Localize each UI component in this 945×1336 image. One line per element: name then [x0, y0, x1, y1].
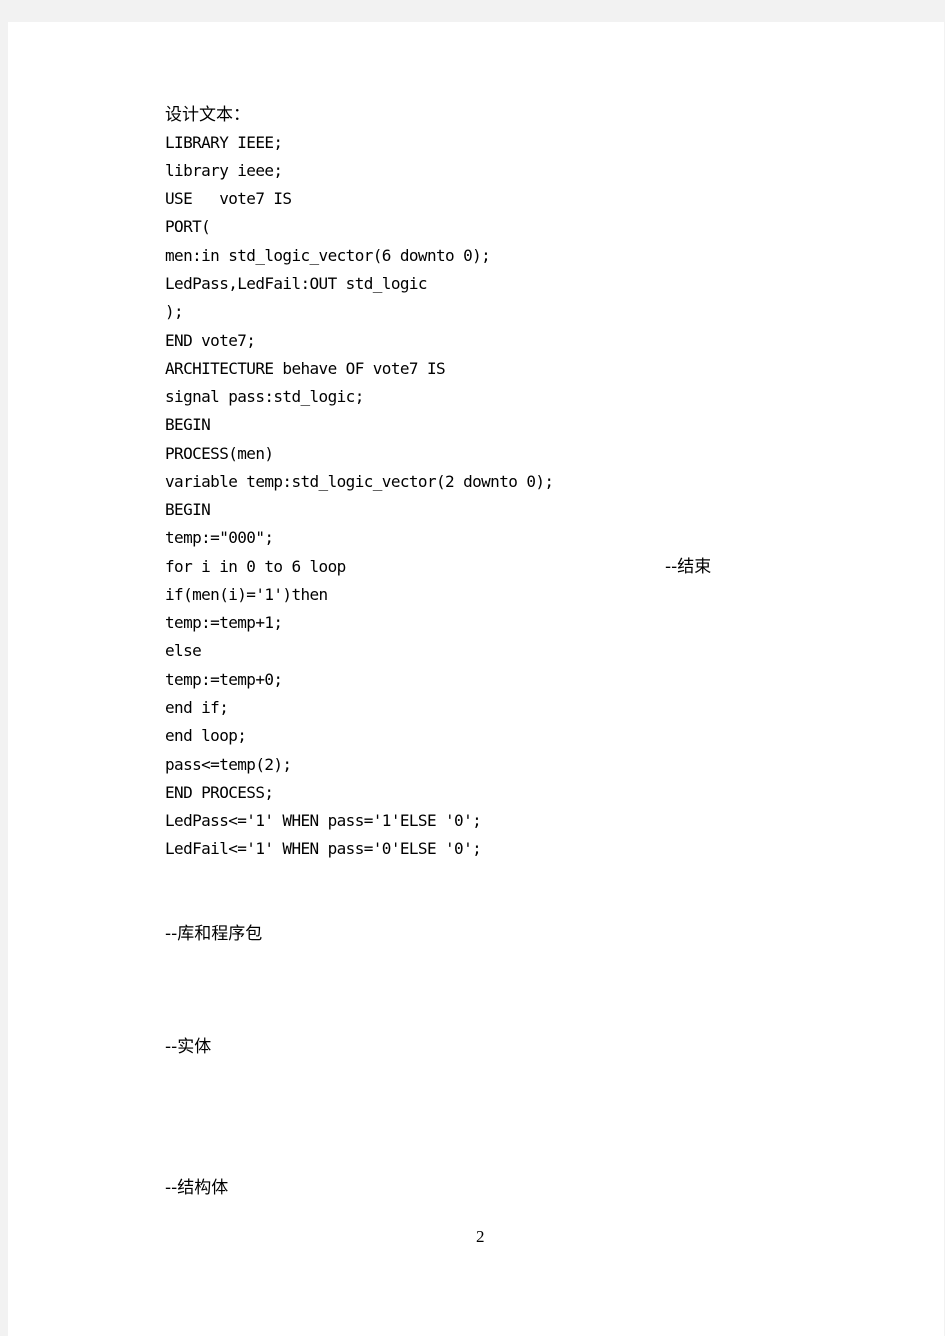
library-comment: --库和程序包 [165, 924, 263, 944]
code-line: temp:=temp+0; [165, 670, 283, 689]
architecture-comment: --结构体 [165, 1178, 229, 1198]
code-line: LIBRARY IEEE; [165, 133, 283, 152]
code-line: men:in std_logic_vector(6 downto 0); [165, 246, 491, 265]
code-line: PROCESS(men) [165, 444, 274, 463]
code-line: temp:="000"; [165, 528, 274, 547]
code-line: LedPass,LedFail:OUT std_logic [165, 274, 428, 293]
code-line: BEGIN [165, 500, 211, 519]
code-line: ARCHITECTURE behave OF vote7 IS [165, 359, 446, 378]
code-line: LedPass<='1' WHEN pass='1'ELSE '0'; [165, 811, 482, 830]
entity-comment: --实体 [165, 1037, 212, 1057]
code-line: end loop; [165, 726, 247, 745]
code-line: variable temp:std_logic_vector(2 downto … [165, 472, 554, 491]
code-line: END vote7; [165, 331, 256, 350]
code-line: END PROCESS; [165, 783, 274, 802]
code-line: PORT( [165, 217, 211, 236]
code-line: for i in 0 to 6 loop [165, 557, 346, 576]
code-line: pass<=temp(2); [165, 755, 292, 774]
code-line: LedFail<='1' WHEN pass='0'ELSE '0'; [165, 839, 482, 858]
code-line: temp:=temp+1; [165, 613, 283, 632]
code-line: ); [165, 302, 184, 321]
code-line: library ieee; [165, 161, 283, 180]
code-line: USE vote7 IS [165, 189, 292, 208]
end-comment: --结束 [665, 557, 712, 577]
code-line: if(men(i)='1')then [165, 585, 328, 604]
code-line: end if; [165, 698, 229, 717]
code-line: BEGIN [165, 415, 211, 434]
section-heading: 设计文本： [165, 105, 250, 125]
code-line: signal pass:std_logic; [165, 387, 364, 406]
document-page [8, 22, 944, 1336]
code-line: else [165, 641, 202, 660]
page-number: 2 [476, 1227, 485, 1246]
